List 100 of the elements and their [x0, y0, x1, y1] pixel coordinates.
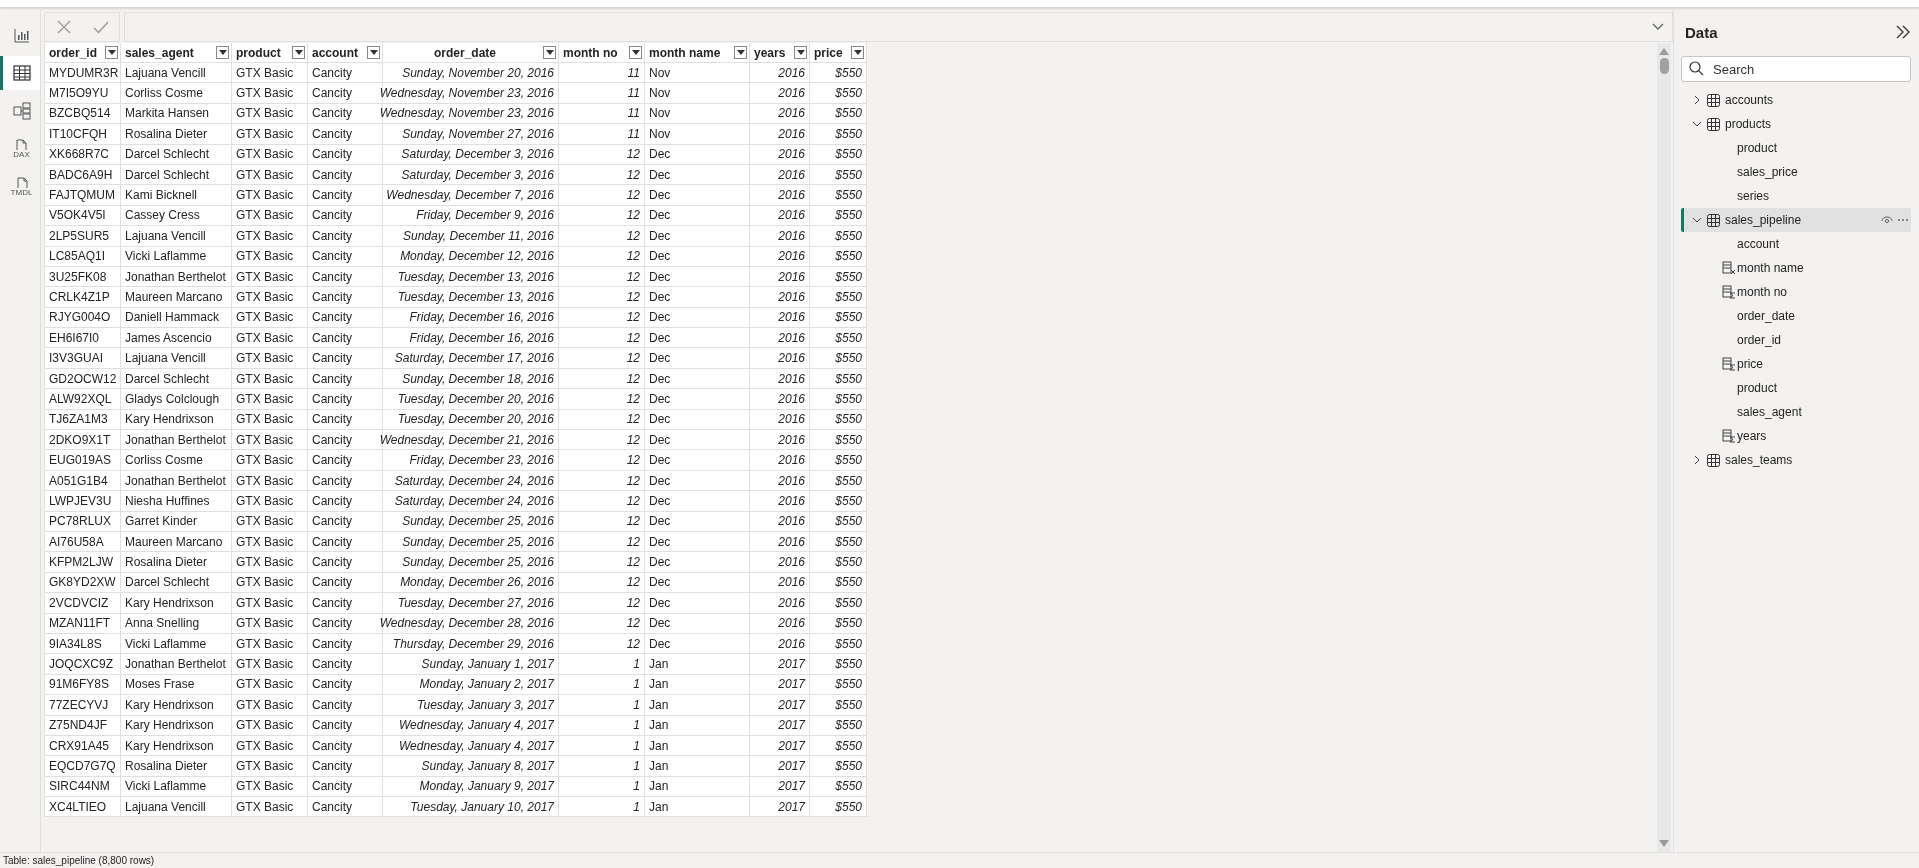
table-cell: Cancity — [312, 391, 352, 406]
field-item[interactable]: month no — [1737, 285, 1788, 299]
table-cell: Cancity — [312, 677, 352, 692]
field-item[interactable]: sales_agent — [1737, 405, 1802, 419]
tree-row[interactable]: sales_teams — [1681, 448, 1911, 472]
table-cell: 12 — [626, 371, 640, 386]
more-icon[interactable] — [1897, 218, 1909, 222]
table-cell: Friday, December 16, 2016 — [409, 330, 554, 345]
table-cell: 2017 — [778, 697, 805, 712]
table-cell: BZCBQ514 — [49, 106, 111, 121]
table-cell: $550 — [835, 330, 862, 345]
chevron-down-icon[interactable] — [1692, 215, 1702, 225]
filter-button[interactable] — [105, 46, 118, 59]
table-cell: Saturday, December 24, 2016 — [394, 473, 554, 488]
scroll-thumb[interactable] — [1659, 58, 1669, 74]
table-cell: GTX Basic — [236, 371, 294, 386]
table-cell: 2016 — [778, 228, 805, 243]
table-cell: Friday, December 16, 2016 — [409, 310, 554, 325]
filter-button[interactable] — [794, 46, 807, 59]
table-cell: Saturday, December 24, 2016 — [394, 493, 554, 508]
table-cell: Cancity — [312, 779, 352, 794]
check-icon[interactable] — [92, 19, 109, 35]
table-cell: Cancity — [312, 228, 352, 243]
view-button[interactable]: TMDL — [0, 170, 40, 204]
view-button[interactable] — [0, 56, 40, 90]
caret-icon — [631, 50, 640, 55]
tree-row[interactable]: sales_pipeline — [1681, 208, 1911, 232]
field-item[interactable]: price — [1737, 357, 1763, 371]
table-cell: GTX Basic — [236, 657, 294, 671]
table-cell: GTX Basic — [236, 473, 294, 488]
table-cell: Sunday, December 18, 2016 — [402, 371, 554, 386]
table-cell: 1 — [633, 779, 640, 794]
table-cell: $550 — [835, 799, 862, 814]
formula-field[interactable] — [124, 12, 1673, 42]
collapse-pane-icon[interactable] — [1895, 25, 1911, 39]
table-cell: Kary Hendrixson — [125, 697, 214, 712]
field-item[interactable]: month name — [1737, 261, 1804, 275]
vertical-scrollbar[interactable] — [1657, 43, 1671, 852]
table-cell: Wednesday, December 7, 2016 — [386, 188, 554, 203]
field-item[interactable]: account — [1737, 237, 1780, 251]
field-item[interactable]: years — [1737, 429, 1767, 443]
caret-icon — [107, 50, 116, 55]
table-cell: Cancity — [312, 595, 352, 610]
eye-icon[interactable] — [1881, 215, 1893, 225]
table-cell: $550 — [835, 616, 862, 631]
table-cell: Cancity — [312, 290, 352, 304]
table-icon — [12, 65, 31, 81]
filter-button[interactable] — [851, 46, 864, 59]
table-cell: 2016 — [778, 65, 805, 80]
table-cell: Saturday, December 3, 2016 — [401, 167, 554, 182]
chevron-down-icon[interactable] — [1692, 119, 1702, 129]
table-name: sales_teams — [1725, 453, 1793, 467]
field-item[interactable]: series — [1737, 189, 1769, 203]
chevron-right-icon[interactable] — [1692, 455, 1702, 465]
tree-row[interactable]: products — [1681, 112, 1911, 136]
table-cell: 12 — [626, 269, 640, 284]
table-cell: 12 — [626, 534, 640, 549]
filter-button[interactable] — [216, 46, 229, 59]
table-cell: CRX91A45 — [49, 738, 110, 753]
field-item[interactable]: order_id — [1737, 333, 1782, 347]
field-item[interactable]: sales_price — [1737, 165, 1798, 179]
table-cell: Jan — [649, 799, 669, 814]
table-cell: TJ6ZA1M3 — [49, 412, 108, 427]
table-cell: XK668R7C — [49, 147, 110, 162]
table-cell: 12 — [626, 290, 640, 304]
table-cell: 12 — [626, 208, 640, 223]
field-item[interactable]: order_date — [1737, 309, 1796, 323]
table-cell: Tuesday, January 10, 2017 — [410, 799, 554, 814]
filter-button[interactable] — [292, 46, 305, 59]
search-field[interactable]: Search — [1681, 56, 1911, 82]
table-cell: KFPM2LJW — [49, 555, 113, 570]
table-cell: Dec — [649, 391, 671, 406]
table-cell: Wednesday, January 4, 2017 — [399, 738, 554, 753]
table-cell: GTX Basic — [236, 167, 294, 182]
filter-button[interactable] — [543, 46, 556, 59]
table-cell: PC78RLUX — [49, 514, 112, 529]
tree-row[interactable]: accounts — [1681, 88, 1911, 112]
cancel-icon[interactable] — [55, 19, 72, 35]
view-button[interactable]: DAX — [0, 132, 40, 166]
table-cell: 2016 — [778, 616, 805, 631]
filter-button[interactable] — [629, 46, 642, 59]
chevron-right-icon[interactable] — [1692, 95, 1702, 105]
field-item[interactable]: product — [1737, 381, 1778, 395]
table-cell: 3U25FK08 — [49, 269, 107, 284]
table-cell: EQCD7G7Q — [49, 758, 116, 773]
table-cell: $550 — [835, 167, 862, 182]
field-item[interactable]: product — [1737, 141, 1778, 155]
table-cell: Maureen Marcano — [125, 290, 223, 304]
caret-icon — [545, 50, 554, 55]
table-cell: 2016 — [778, 147, 805, 162]
table-cell: Corliss Cosme — [125, 453, 203, 468]
table-cell: 2017 — [778, 677, 805, 692]
table-cell: Tuesday, December 27, 2016 — [397, 595, 554, 610]
filter-button[interactable] — [734, 46, 747, 59]
chevron-down-icon[interactable] — [1652, 23, 1664, 31]
filter-button[interactable] — [367, 46, 380, 59]
table-cell: GTX Basic — [236, 106, 294, 121]
table-cell: 12 — [626, 330, 640, 345]
table-cell: GTX Basic — [236, 677, 294, 692]
bar-chart-icon — [13, 27, 30, 43]
